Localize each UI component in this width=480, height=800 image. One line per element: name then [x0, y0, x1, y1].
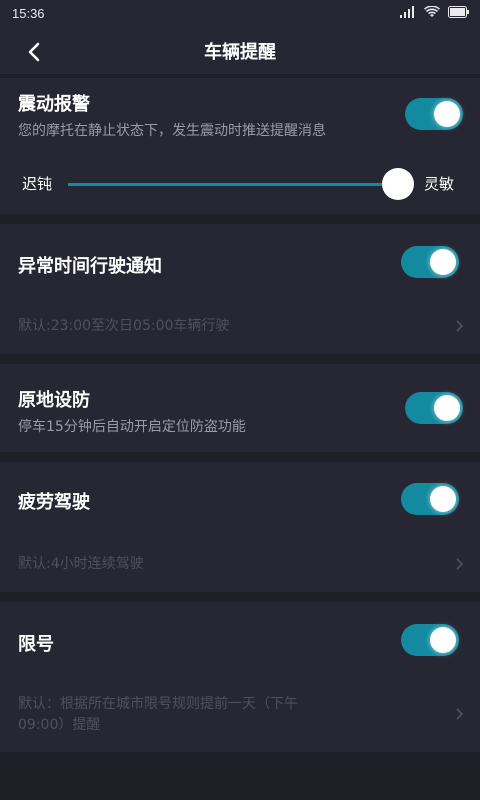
- abnormal-time-toggle[interactable]: [401, 246, 459, 278]
- signal-icon: [400, 6, 414, 18]
- abnormal-time-settings-row[interactable]: 默认:23:00至次日05:00车辆行驶: [0, 298, 480, 354]
- status-icons: [400, 6, 470, 18]
- plate-restriction-settings-row[interactable]: 默认：根据所在城市限号规则提前一天（下午 09:00）提醒: [0, 686, 480, 746]
- toggle-knob: [430, 486, 456, 512]
- in-place-defense-title: 原地设防: [18, 390, 90, 411]
- in-place-defense-card: 原地设防 停车15分钟后自动开启定位防盗功能: [0, 364, 480, 452]
- page-title: 车辆提醒: [204, 42, 276, 63]
- abnormal-time-default-text: 默认:23:00至次日05:00车辆行驶: [18, 318, 230, 334]
- sensitivity-min-label: 迟钝: [22, 175, 53, 193]
- abnormal-time-title: 异常时间行驶通知: [18, 256, 162, 277]
- toggle-knob: [430, 627, 456, 653]
- status-bar: 15:36: [0, 0, 480, 28]
- plate-restriction-toggle[interactable]: [401, 624, 459, 656]
- plate-restriction-default-text-line2: 09:00）提醒: [18, 717, 101, 733]
- abnormal-time-card: 异常时间行驶通知 默认:23:00至次日05:00车辆行驶: [0, 224, 480, 354]
- toggle-knob: [434, 101, 460, 127]
- plate-restriction-default-text-line1: 默认：根据所在城市限号规则提前一天（下午: [18, 696, 298, 712]
- chevron-right-icon: [456, 558, 464, 570]
- battery-icon: [448, 6, 469, 18]
- toggle-knob: [434, 395, 460, 421]
- status-time: 15:36: [12, 6, 45, 21]
- fatigue-driving-card: 疲劳驾驶 默认:4小时连续驾驶: [0, 462, 480, 592]
- wifi-icon: [424, 6, 440, 17]
- fatigue-driving-toggle[interactable]: [401, 483, 459, 515]
- vibration-alarm-title: 震动报警: [18, 94, 90, 115]
- chevron-right-icon: [456, 708, 464, 720]
- plate-restriction-card: 限号 默认：根据所在城市限号规则提前一天（下午 09:00）提醒: [0, 602, 480, 752]
- vibration-alarm-description: 您的摩托在静止状态下，发生震动时推送提醒消息: [18, 123, 326, 139]
- chevron-right-icon: [456, 320, 464, 332]
- vibration-alarm-toggle[interactable]: [405, 98, 463, 130]
- in-place-defense-description: 停车15分钟后自动开启定位防盗功能: [18, 419, 246, 435]
- sensitivity-max-label: 灵敏: [424, 175, 455, 193]
- fatigue-driving-title: 疲劳驾驶: [18, 492, 90, 513]
- sensitivity-slider-track[interactable]: [68, 183, 398, 186]
- plate-restriction-title: 限号: [18, 634, 54, 655]
- toggle-knob: [430, 249, 456, 275]
- in-place-defense-toggle[interactable]: [405, 392, 463, 424]
- fatigue-driving-default-text: 默认:4小时连续驾驶: [18, 556, 144, 572]
- sensitivity-slider-handle[interactable]: [382, 168, 414, 200]
- nav-bar: 车辆提醒: [0, 28, 480, 74]
- fatigue-driving-settings-row[interactable]: 默认:4小时连续驾驶: [0, 536, 480, 592]
